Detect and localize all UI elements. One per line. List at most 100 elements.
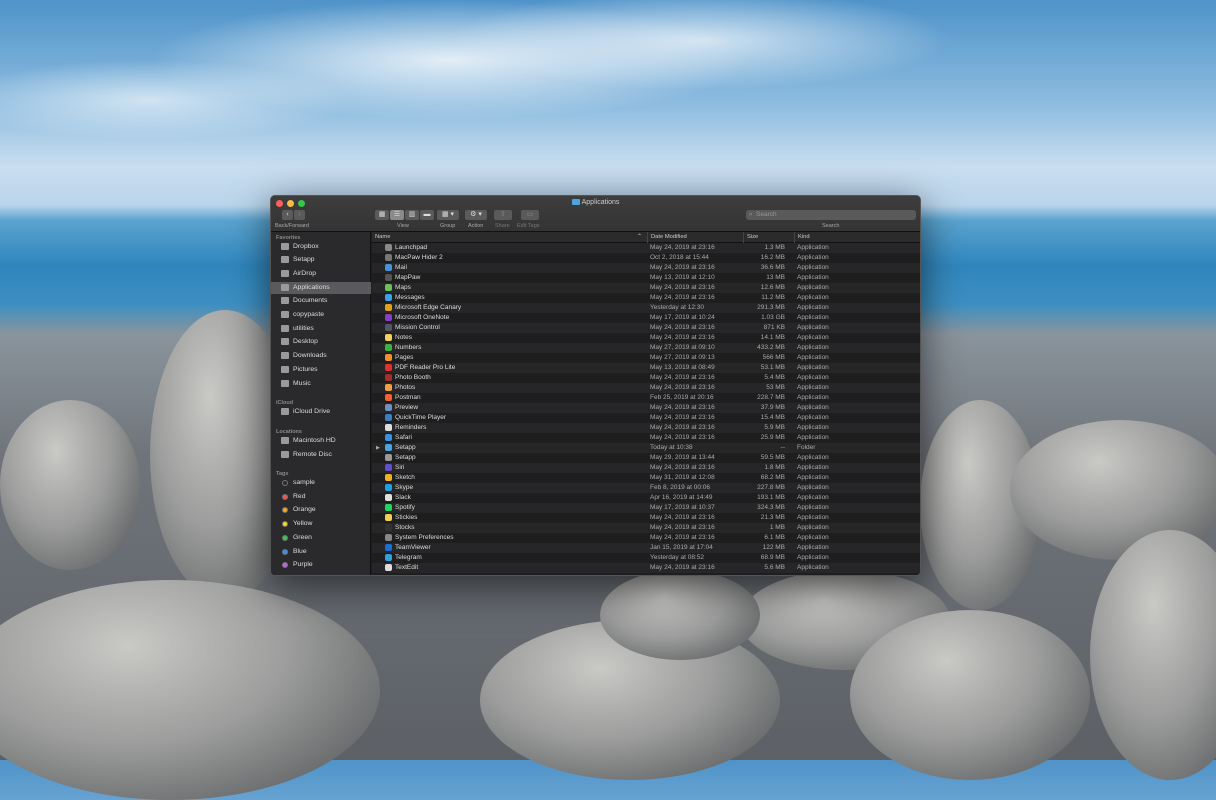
sidebar-item-setapp[interactable]: Setapp	[271, 254, 371, 266]
app-icon	[385, 314, 392, 321]
sidebar-item-desktop[interactable]: Desktop	[271, 336, 371, 348]
file-kind: Application	[797, 414, 829, 421]
app-icon	[385, 544, 392, 551]
sidebar-item-icloud-drive[interactable]: iCloud Drive	[271, 406, 371, 418]
sidebar-tag-red[interactable]: Red	[271, 491, 371, 503]
disclosure-triangle[interactable]: ▶	[376, 443, 380, 453]
file-row[interactable]: Slack Apr 16, 2019 at 14:49 193.1 MB Applic…	[372, 493, 920, 503]
file-row[interactable]: Notes May 24, 2019 at 23:16 14.1 MB Applica…	[372, 333, 920, 343]
file-row[interactable]: Preview May 24, 2019 at 23:16 37.9 MB Appli…	[372, 403, 920, 413]
file-row[interactable]: System Preferences May 24, 2019 at 23:16 6…	[372, 533, 920, 543]
sidebar-item-downloads[interactable]: Downloads	[271, 350, 371, 362]
sidebar-item-macintosh-hd[interactable]: Macintosh HD	[271, 435, 371, 447]
file-date: May 27, 2019 at 09:10	[650, 344, 715, 351]
file-size: 53 MB	[766, 384, 785, 391]
file-row[interactable]: Microsoft Edge Canary Yesterday at 12:30 2…	[372, 303, 920, 313]
sidebar-item-copypaste[interactable]: copypaste	[271, 309, 371, 321]
view-list-button[interactable]: ☰	[390, 210, 404, 220]
file-row[interactable]: Postman Feb 25, 2019 at 20:16 228.7 MB Appl…	[372, 393, 920, 403]
app-icon	[385, 264, 392, 271]
app-icon	[385, 344, 392, 351]
file-name: Siri	[395, 464, 405, 471]
file-row[interactable]: Setapp May 29, 2019 at 13:44 59.5 MB Applic…	[372, 453, 920, 463]
sidebar-tag-orange[interactable]: Orange	[271, 504, 371, 516]
sidebar-item-pictures[interactable]: Pictures	[271, 364, 371, 376]
file-name: TeamViewer	[395, 544, 431, 551]
sidebar-item-remote-disc[interactable]: Remote Disc	[271, 449, 371, 461]
column-name[interactable]: Name	[372, 232, 642, 243]
file-row[interactable]: TeamViewer Jan 15, 2019 at 17:04 122 MB App…	[372, 543, 920, 553]
search-placeholder: Search	[756, 211, 777, 218]
file-date: May 17, 2019 at 10:37	[650, 504, 715, 511]
file-name: Stocks	[395, 524, 415, 531]
sidebar-item-label: Downloads	[293, 352, 327, 359]
hard-drive-icon	[281, 437, 289, 444]
file-row[interactable]: PDF Reader Pro Lite May 13, 2019 at 08:49…	[372, 363, 920, 373]
file-row[interactable]: ▶ Setapp Today at 10:38 -- Folder	[372, 443, 920, 453]
file-row[interactable]: Safari May 24, 2019 at 23:16 25.9 MB Applic…	[372, 433, 920, 443]
file-name: Preview	[395, 404, 419, 411]
sidebar-item-airdrop[interactable]: AirDrop	[271, 268, 371, 280]
file-row[interactable]: Sketch May 31, 2019 at 12:08 68.2 MB Applic…	[372, 473, 920, 483]
file-row[interactable]: Reminders May 24, 2019 at 23:16 5.9 MB Appl…	[372, 423, 920, 433]
folder-icon	[385, 444, 392, 451]
file-row[interactable]: Launchpad May 24, 2019 at 23:16 1.3 MB Appl…	[372, 243, 920, 253]
file-row[interactable]: Telegram Yesterday at 08:52 68.9 MB Applica…	[372, 553, 920, 563]
group-button[interactable]: ▦ ▾	[437, 210, 459, 220]
sidebar-tag-yellow[interactable]: Yellow	[271, 518, 371, 530]
file-row[interactable]: Skype Feb 8, 2019 at 00:06 227.8 MB Applica…	[372, 483, 920, 493]
sidebar-item-documents[interactable]: Documents	[271, 295, 371, 307]
sidebar-item-applications[interactable]: Applications	[271, 282, 371, 294]
app-icon	[385, 524, 392, 531]
column-size[interactable]: Size	[743, 232, 758, 243]
sidebar-tag-blue[interactable]: Blue	[271, 546, 371, 558]
sidebar-item-dropbox[interactable]: Dropbox	[271, 241, 371, 253]
file-date: Feb 8, 2019 at 00:06	[650, 484, 710, 491]
cloud-icon	[281, 408, 289, 415]
edit-tags-button[interactable]: ▭	[521, 210, 539, 220]
file-row[interactable]: Numbers May 27, 2019 at 09:10 433.2 MB Appl…	[372, 343, 920, 353]
file-row[interactable]: Photo Booth May 24, 2019 at 23:16 5.4 MB Ap…	[372, 373, 920, 383]
column-kind[interactable]: Kind	[794, 232, 810, 243]
file-row[interactable]: Stickies May 24, 2019 at 23:16 21.3 MB Appl…	[372, 513, 920, 523]
file-row[interactable]: Maps May 24, 2019 at 23:16 12.6 MB Applicat…	[372, 283, 920, 293]
file-row[interactable]: TextEdit May 24, 2019 at 23:16 5.6 MB Appli…	[372, 563, 920, 573]
file-name: Setapp	[395, 444, 416, 451]
view-column-button[interactable]: ▥	[405, 210, 419, 220]
search-input[interactable]: ⌕ Search	[746, 210, 916, 220]
file-name: Mail	[395, 264, 407, 271]
file-row[interactable]: MacPaw Hider 2 Oct 2, 2018 at 15:44 16.2 M…	[372, 253, 920, 263]
file-row[interactable]: Mission Control May 24, 2019 at 23:16 871 …	[372, 323, 920, 333]
file-size: 15.4 MB	[760, 414, 785, 421]
sidebar-tag-label: Purple	[293, 561, 313, 569]
file-row[interactable]: Mail May 24, 2019 at 23:16 36.6 MB Applicat…	[372, 263, 920, 273]
group-label: Group	[440, 223, 456, 229]
sidebar-tag-purple[interactable]: Purple	[271, 559, 371, 571]
file-row[interactable]: Messages May 24, 2019 at 23:16 11.2 MB Appl…	[372, 293, 920, 303]
view-icon-button[interactable]: ▦	[375, 210, 389, 220]
back-button[interactable]: ‹	[282, 210, 293, 220]
sidebar-item-utilities[interactable]: utilities	[271, 323, 371, 335]
action-button[interactable]: ⚙ ▾	[465, 210, 487, 220]
forward-button[interactable]: ›	[294, 210, 305, 220]
file-row[interactable]: Siri May 24, 2019 at 23:16 1.8 MB Applicati…	[372, 463, 920, 473]
sidebar-tag-green[interactable]: Green	[271, 532, 371, 544]
tag-color-dot	[282, 521, 288, 528]
file-row[interactable]: Stocks May 24, 2019 at 23:16 1 MB Applicati…	[372, 523, 920, 533]
share-button[interactable]: ⇪	[494, 210, 512, 220]
file-row[interactable]: MapPaw May 13, 2019 at 12:10 13 MB Applicat…	[372, 273, 920, 283]
view-gallery-button[interactable]: ▬	[420, 210, 434, 220]
sidebar-item-music[interactable]: Music	[271, 378, 371, 390]
file-row[interactable]: Pages May 27, 2019 at 09:13 566 MB Applicat…	[372, 353, 920, 363]
file-row[interactable]: Microsoft OneNote May 17, 2019 at 10:24 1.…	[372, 313, 920, 323]
file-size: 1 MB	[769, 524, 785, 531]
sidebar-tag-sample[interactable]: sample	[271, 477, 371, 489]
app-icon	[385, 334, 392, 341]
file-row[interactable]: Spotify May 17, 2019 at 10:37 324.3 MB Appl…	[372, 503, 920, 513]
file-kind: Application	[797, 394, 829, 401]
column-date-modified[interactable]: Date Modified	[647, 232, 687, 243]
file-row[interactable]: Photos May 24, 2019 at 23:16 53 MB Applicat…	[372, 383, 920, 393]
file-row[interactable]: QuickTime Player May 24, 2019 at 23:16 15.…	[372, 413, 920, 423]
file-size: 13 MB	[766, 274, 785, 281]
tag-color-dot	[282, 548, 288, 555]
